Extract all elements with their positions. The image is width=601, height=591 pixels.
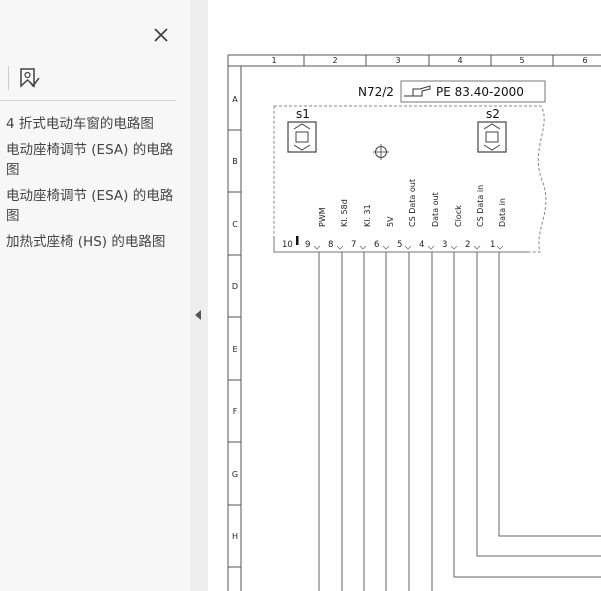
rotary-knob-icon [373, 144, 389, 160]
switch-label: s1 [296, 107, 310, 121]
signal-label: Data in [498, 198, 507, 227]
connector-key [296, 236, 299, 245]
row-label: A [232, 95, 238, 104]
pin-number: 2 [465, 240, 470, 250]
row-label: G [232, 470, 238, 479]
reference-label: PE 83.40-2000 [436, 85, 524, 99]
switch-label: s2 [486, 107, 500, 121]
pin-number: 3 [442, 240, 447, 250]
signal-label: Data out [431, 192, 440, 227]
signal-label: PWM [318, 207, 327, 227]
bookmark-item[interactable]: 电动座椅调节 (ESA) 的电路图 [6, 140, 182, 180]
column-label: 1 [271, 56, 276, 65]
signal-label: Kl. 58d [340, 199, 349, 227]
panel-divider [0, 100, 176, 101]
row-label: C [232, 220, 238, 229]
bookmark-icon [20, 68, 40, 88]
signal-label: CS Data out [408, 179, 417, 227]
row-label: E [232, 345, 237, 354]
row-label: D [232, 282, 238, 291]
toolbar-separator [8, 66, 9, 90]
document-page: 1 2 3 4 5 6 A B C D E F G H N72/2 PE 83.… [208, 0, 601, 591]
pin-number: 5 [397, 240, 402, 250]
signal-label: Clock [454, 205, 463, 227]
column-label: 2 [332, 56, 337, 65]
pin-number: 6 [374, 240, 379, 250]
pin-number: 1 [490, 240, 495, 250]
switch-s2-icon [477, 121, 507, 153]
pin-number: 8 [328, 240, 333, 250]
pin-number: 4 [419, 240, 424, 250]
pin-number: 7 [351, 240, 356, 250]
column-label: 3 [395, 56, 400, 65]
bookmark-item[interactable]: 电动座椅调节 (ESA) 的电路图 [6, 186, 182, 226]
row-label: B [232, 157, 238, 166]
signal-label: CS Data in [476, 185, 485, 227]
pin-number: 10 [282, 240, 293, 250]
row-label: F [233, 407, 238, 416]
bookmark-item[interactable]: 4 折式电动车窗的电路图 [6, 114, 182, 134]
switch-s1-icon [287, 121, 317, 153]
wires [318, 252, 601, 591]
bookmark-list: 4 折式电动车窗的电路图 电动座椅调节 (ESA) 的电路图 电动座椅调节 (E… [6, 114, 182, 258]
column-label: 5 [519, 56, 524, 65]
bookmark-options-button[interactable] [16, 66, 42, 92]
bookmark-item[interactable]: 加热式座椅 (HS) 的电路图 [6, 232, 182, 252]
column-label: 6 [582, 56, 587, 65]
close-panel-button[interactable] [150, 24, 172, 46]
row-label: H [232, 532, 238, 541]
pin-number: 9 [305, 240, 310, 250]
circuit-diagram: 1 2 3 4 5 6 A B C D E F G H N72/2 PE 83.… [227, 54, 601, 591]
bookmarks-panel: 4 折式电动车窗的电路图 电动座椅调节 (ESA) 的电路图 电动座椅调节 (E… [0, 0, 190, 591]
signal-label: Kl. 31 [363, 204, 372, 227]
panel-collapse-handle[interactable] [190, 0, 208, 591]
signal-label: 5V [386, 216, 395, 227]
component-label: N72/2 [358, 85, 394, 99]
close-icon [154, 28, 168, 42]
column-label: 4 [457, 56, 462, 65]
collapse-arrow-icon [195, 310, 201, 320]
